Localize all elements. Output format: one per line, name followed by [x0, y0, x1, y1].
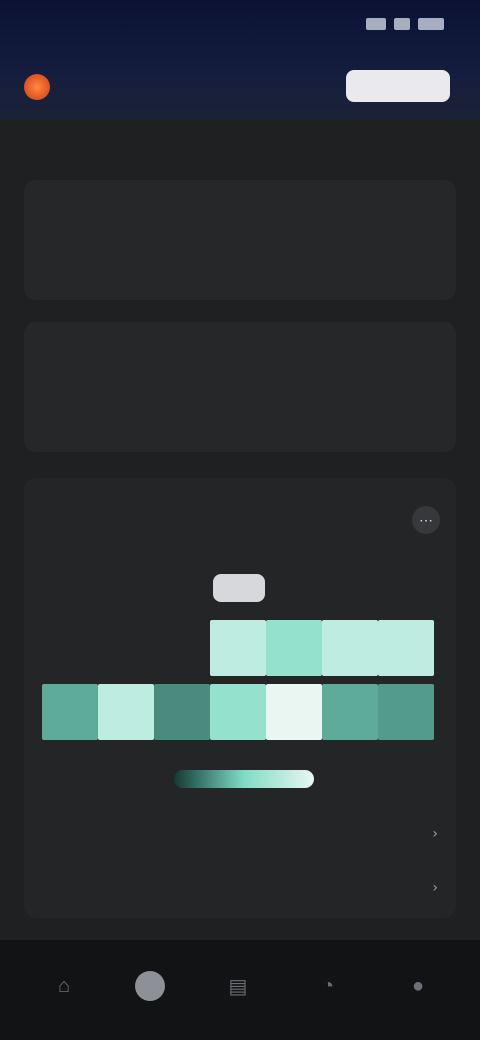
day-tab[interactable] [327, 574, 379, 602]
day-tab[interactable] [213, 574, 265, 602]
status-icons [366, 18, 444, 30]
day-tab[interactable] [99, 574, 151, 602]
metrics-card-primary [24, 180, 456, 300]
nav-item-active[interactable] [122, 958, 178, 1014]
home-icon: ⌂ [57, 974, 71, 997]
day-tab[interactable] [270, 574, 322, 602]
heatmap-cell[interactable] [42, 684, 98, 740]
day-tab[interactable] [384, 574, 436, 602]
day-tab[interactable] [156, 574, 208, 602]
header-action-button[interactable] [346, 70, 450, 102]
heatmap-cell[interactable] [322, 620, 378, 676]
more-options-button[interactable]: ⋯ [412, 506, 440, 534]
header [0, 0, 480, 120]
heatmap-cell[interactable] [378, 620, 434, 676]
heatmap-cell[interactable] [98, 684, 154, 740]
chart-icon: ▤ [228, 975, 248, 998]
profile-icon: ● [411, 974, 425, 997]
nav-item-home[interactable]: ⌂ [36, 958, 92, 1014]
battery-icon [418, 18, 444, 30]
signal-icon [366, 18, 386, 30]
metrics-card-secondary [24, 322, 456, 452]
heatmap-cell[interactable] [210, 620, 266, 676]
heatmap-cell[interactable] [378, 684, 434, 740]
nav-item-stats[interactable]: ▤ [210, 958, 266, 1014]
bottom-nav: ⌂ ▤ ◔ ● [0, 940, 480, 1040]
nav-item-profile[interactable]: ● [390, 958, 446, 1014]
active-tab-icon [135, 971, 165, 1001]
heatmap-cell[interactable] [266, 684, 322, 740]
heatmap-cell[interactable] [210, 684, 266, 740]
schedule-info-row[interactable]: › [36, 818, 444, 854]
app-logo [24, 74, 50, 100]
summary-row [0, 124, 480, 164]
wifi-icon [394, 18, 410, 30]
bell-icon: ◔ [321, 974, 335, 997]
schedule-card: ⋯ › › [24, 478, 456, 918]
chevron-right-icon: › [432, 880, 438, 896]
heatmap-legend [174, 770, 314, 788]
day-tabs [42, 574, 442, 602]
heatmap-cell[interactable] [266, 620, 322, 676]
heatmap-cell[interactable] [322, 684, 378, 740]
app-screen: ⋯ › › ⌂ ▤ ◔ ● [0, 0, 480, 1040]
nav-item-alerts[interactable]: ◔ [300, 958, 356, 1014]
day-tab[interactable] [42, 574, 94, 602]
chevron-right-icon: › [432, 826, 438, 842]
heatmap-cell[interactable] [154, 684, 210, 740]
schedule-info-row[interactable]: › [36, 872, 444, 908]
more-icon: ⋯ [419, 511, 433, 528]
